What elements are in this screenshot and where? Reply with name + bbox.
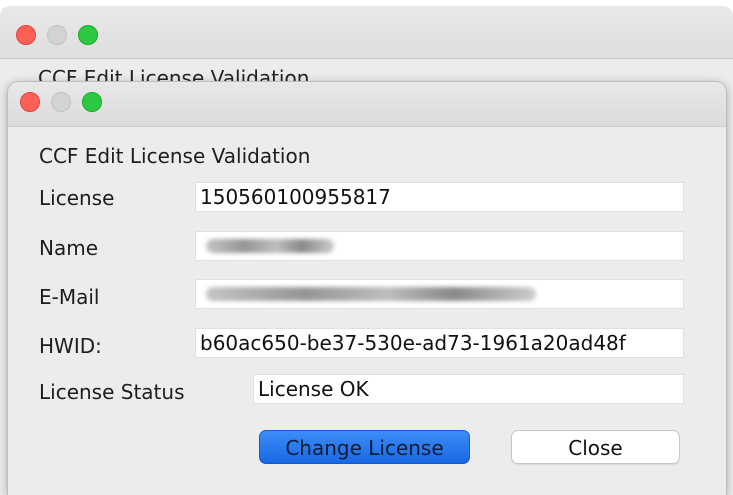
background-window-titlebar: [0, 6, 733, 59]
minimize-traffic-light-icon[interactable]: [47, 25, 67, 45]
hwid-field[interactable]: b60ac650-be37-530e-ad73-1961a20ad48f: [195, 328, 684, 358]
close-button[interactable]: Close: [511, 430, 680, 464]
license-field[interactable]: 150560100955817: [195, 182, 684, 212]
dialog-titlebar: [8, 82, 726, 127]
license-status-label: License Status: [39, 380, 185, 404]
hwid-label: HWID:: [39, 334, 102, 358]
zoom-traffic-light-icon[interactable]: [78, 25, 98, 45]
license-label: License: [39, 186, 115, 210]
background-window-controls: [16, 25, 98, 45]
name-label: Name: [39, 236, 99, 260]
email-field[interactable]: [195, 279, 684, 309]
email-label: E-Mail: [39, 285, 100, 309]
screen: CCF Edit License Validation CCF Edit Lic…: [0, 0, 733, 495]
redacted-name-blur: [206, 239, 334, 253]
zoom-traffic-light-icon[interactable]: [82, 92, 102, 112]
close-traffic-light-icon[interactable]: [16, 25, 36, 45]
change-license-button[interactable]: Change License: [259, 430, 470, 464]
dialog-heading: CCF Edit License Validation: [39, 144, 311, 168]
minimize-traffic-light-icon[interactable]: [51, 92, 71, 112]
redacted-email-blur: [206, 287, 536, 301]
close-traffic-light-icon[interactable]: [20, 92, 40, 112]
dialog-window-controls: [20, 92, 102, 112]
license-status-field: License OK: [253, 374, 684, 404]
license-dialog: CCF Edit License Validation License 1505…: [8, 82, 726, 495]
name-field[interactable]: [195, 231, 684, 261]
